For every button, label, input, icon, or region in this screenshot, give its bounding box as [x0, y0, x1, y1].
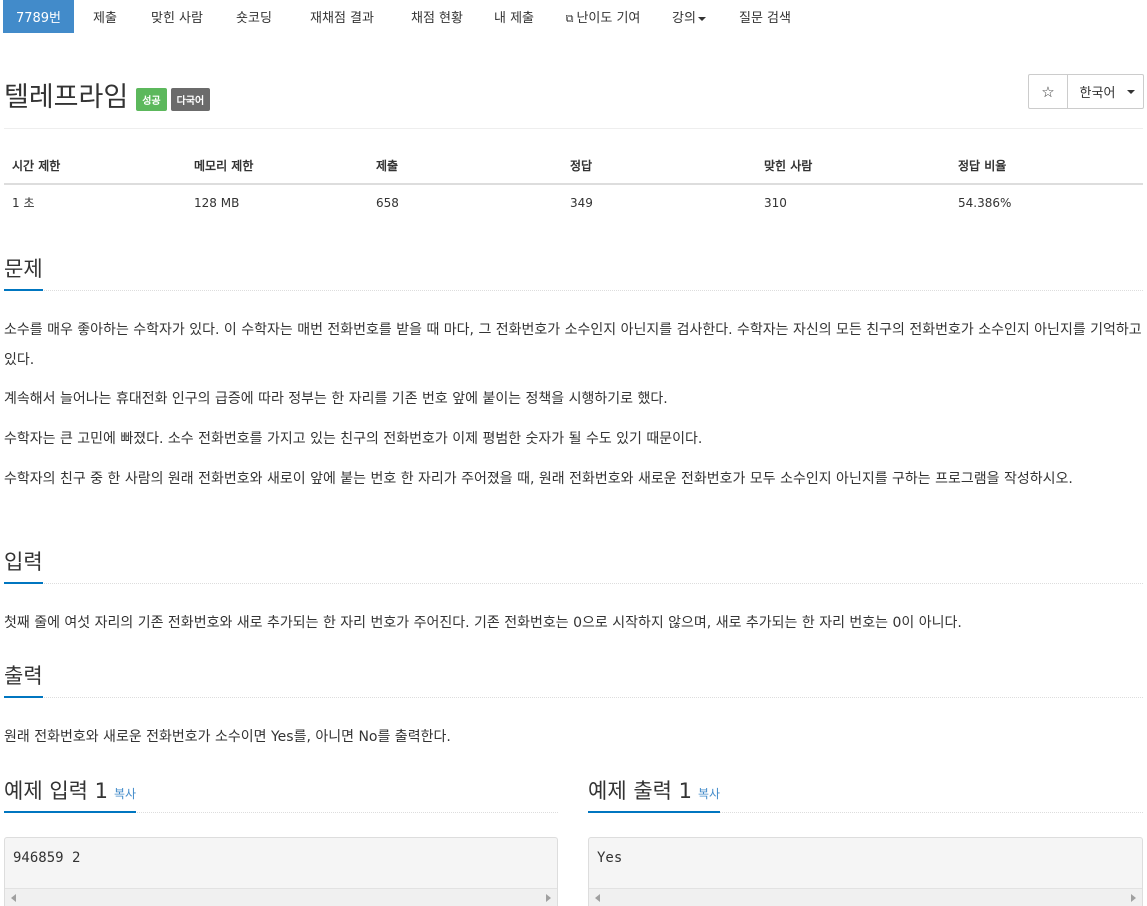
cell-accept-ratio: 54.386% [958, 195, 1012, 210]
sample-output-title-text: 예제 출력 1 [588, 779, 692, 803]
sample-output-headline: 예제 출력 1 복사 [588, 775, 1143, 813]
sample-output-box: Yes [588, 837, 1143, 906]
output-description: 원래 전화번호와 새로운 전화번호가 소수이면 Yes를, 아니면 No를 출력… [4, 729, 451, 745]
cell-accepted: 349 [570, 195, 593, 210]
header-time-limit: 시간 제한 [4, 148, 186, 185]
favorite-star-button[interactable]: ☆ [1028, 74, 1068, 109]
sample-input-title-text: 예제 입력 1 [4, 779, 108, 803]
caret-down-icon [697, 16, 706, 21]
status-badge-success: 성공 [136, 87, 167, 111]
table-row: 1 초 128 MB 658 349 310 54.386% [4, 184, 1143, 220]
headline-divider [4, 583, 1143, 584]
nav-problem-number[interactable]: 7789번 [3, 0, 74, 33]
problem-description-p1: 소수를 매우 좋아하는 수학자가 있다. 이 수학자는 매번 전화번호를 받을 … [4, 322, 1142, 368]
headline-divider [4, 290, 1143, 291]
sample-input-headline: 예제 입력 1 복사 [4, 775, 558, 813]
copy-sample-output-button[interactable]: 복사 [698, 787, 720, 801]
input-description: 첫째 줄에 여섯 자리의 기존 전화번호와 새로 추가되는 한 자리 번호가 주… [4, 615, 962, 631]
multilang-badge: 다국어 [170, 87, 211, 111]
external-link-icon: ⧉ [565, 12, 574, 25]
nav-difficulty-label: 난이도 기여 [576, 11, 641, 26]
output-section-title: 출력 [4, 660, 43, 698]
scroll-right-icon[interactable] [546, 894, 551, 902]
nav-my-submissions[interactable]: 내 제출 [480, 0, 548, 33]
sample-input-title: 예제 입력 1 복사 [4, 775, 137, 813]
problem-title: 텔레프라임 [4, 81, 129, 113]
sample-input-value: 946859 2 [13, 850, 81, 866]
nav-judge-status[interactable]: 채점 현황 [394, 0, 480, 33]
table-header-row: 시간 제한 메모리 제한 제출 정답 맞힌 사람 정답 비율 [4, 148, 1143, 185]
horizontal-scrollbar[interactable] [5, 888, 557, 906]
scroll-right-icon[interactable] [1131, 894, 1136, 902]
horizontal-scrollbar[interactable] [589, 888, 1142, 906]
nav-lectures-label: 강의 [672, 11, 696, 26]
problem-section-headline: 문제 [4, 253, 1143, 291]
header-solved-users: 맞힌 사람 [756, 148, 950, 185]
cell-submissions: 658 [376, 195, 399, 210]
scroll-left-icon[interactable] [11, 894, 16, 902]
nav-lectures-dropdown[interactable]: 강의 [658, 0, 720, 33]
nav-short-coding[interactable]: 숏코딩 [218, 0, 290, 33]
title-button-group: ☆ 한국어 [1028, 74, 1144, 109]
caret-down-icon [1127, 89, 1136, 94]
problem-description-p2: 계속해서 늘어나는 휴대전화 인구의 급증에 따라 정부는 한 자리를 기존 번… [4, 391, 668, 407]
star-icon: ☆ [1041, 82, 1055, 101]
nav-question-search[interactable]: 질문 검색 [720, 0, 810, 33]
copy-sample-input-button[interactable]: 복사 [114, 787, 136, 801]
sample-output-title: 예제 출력 1 복사 [588, 775, 721, 813]
problem-description-p3: 수학자는 큰 고민에 빠졌다. 소수 전화번호를 가지고 있는 친구의 전화번호… [4, 431, 703, 447]
language-label: 한국어 [1079, 86, 1116, 101]
scroll-left-icon[interactable] [595, 894, 600, 902]
cell-solved-users: 310 [764, 195, 787, 210]
problem-info-table: 시간 제한 메모리 제한 제출 정답 맞힌 사람 정답 비율 1 초 128 M… [4, 148, 1143, 220]
nav-submit[interactable]: 제출 [74, 0, 136, 33]
cell-memory-limit: 128 MB [194, 195, 240, 210]
problem-nav: 7789번 제출 맞힌 사람 숏코딩 재채점 결과 채점 현황 내 제출 ⧉ 난이… [0, 0, 1147, 35]
input-section-headline: 입력 [4, 546, 1143, 584]
nav-difficulty-contribution[interactable]: ⧉ 난이도 기여 [548, 0, 658, 33]
headline-divider [4, 697, 1143, 698]
language-dropdown[interactable]: 한국어 [1068, 74, 1144, 109]
cell-time-limit: 1 초 [12, 196, 35, 210]
problem-section-title: 문제 [4, 253, 43, 291]
header-accept-ratio: 정답 비율 [950, 148, 1143, 185]
problem-title-row: 텔레프라임 성공 다국어 [4, 74, 211, 114]
title-divider [4, 128, 1143, 129]
header-accepted: 정답 [562, 148, 756, 185]
nav-solved-users[interactable]: 맞힌 사람 [136, 0, 218, 33]
sample-output-value: Yes [597, 850, 623, 866]
input-section-title: 입력 [4, 546, 43, 584]
nav-rejudge-result[interactable]: 재채점 결과 [290, 0, 394, 33]
problem-description-p4: 수학자의 친구 중 한 사람의 원래 전화번호와 새로이 앞에 붙는 번호 한 … [4, 471, 1073, 487]
header-memory-limit: 메모리 제한 [186, 148, 368, 185]
header-submissions: 제출 [368, 148, 562, 185]
output-section-headline: 출력 [4, 660, 1143, 698]
sample-input-box: 946859 2 [4, 837, 558, 906]
